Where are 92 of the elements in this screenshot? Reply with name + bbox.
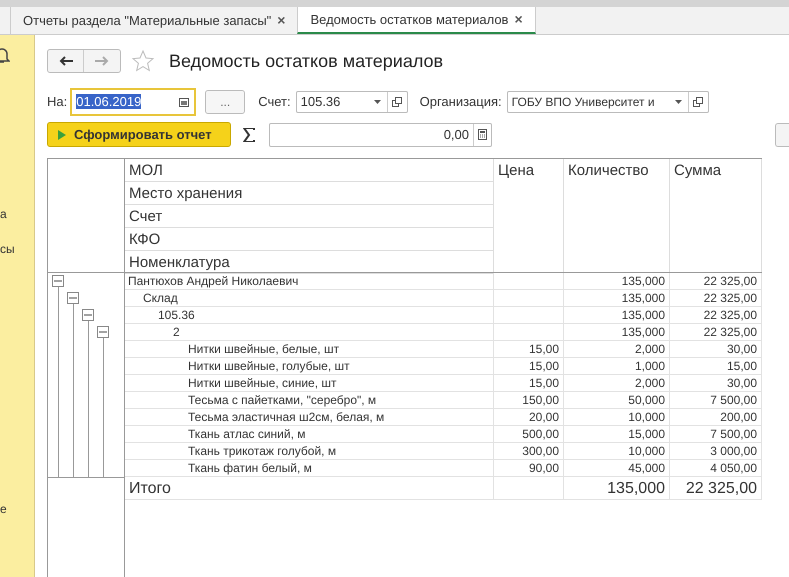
organization-label: Организация: (420, 93, 502, 112)
close-icon[interactable]: × (514, 9, 523, 30)
play-icon (58, 130, 66, 140)
quantity-cell: 135,000 (564, 324, 670, 341)
collapse-button[interactable] (82, 309, 94, 321)
sum-cell: 3 000,00 (670, 443, 762, 460)
price-cell (494, 290, 564, 307)
price-cell (494, 477, 564, 500)
column-header: Номенклатура (125, 251, 493, 274)
quantity-cell: 15,000 (564, 426, 670, 443)
price-cell: 20,00 (494, 409, 564, 426)
row-name-cell: Нитки швейные, белые, шт (125, 341, 494, 358)
sum-cell: 7 500,00 (670, 426, 762, 443)
open-icon[interactable] (693, 97, 704, 107)
column-header: Сумма (670, 159, 762, 272)
calendar-icon[interactable] (179, 97, 190, 107)
star-icon[interactable] (131, 49, 155, 73)
quantity-cell: 135,000 (564, 273, 670, 290)
column-header: Количество (564, 159, 670, 272)
row-name-cell: 2 (125, 324, 494, 341)
price-cell (494, 307, 564, 324)
row-name-cell: Ткань фатин белый, м (125, 460, 494, 477)
left-arrow-icon (58, 56, 72, 66)
quantity-cell: 50,000 (564, 392, 670, 409)
price-cell (494, 324, 564, 341)
row-name-cell: Ткань трикотаж голубой, м (125, 443, 494, 460)
price-cell: 15,00 (494, 341, 564, 358)
price-cell: 300,00 (494, 443, 564, 460)
column-header: Цена (494, 159, 564, 272)
total-label: Итого (125, 477, 494, 500)
price-cell: 15,00 (494, 358, 564, 375)
quantity-cell: 135,000 (564, 307, 670, 324)
row-name-cell: Склад (125, 290, 494, 307)
quantity-cell: 10,000 (564, 443, 670, 460)
price-cell: 150,00 (494, 392, 564, 409)
sum-cell: 15,00 (670, 358, 762, 375)
row-name-cell: Тесьма эластичная ш2см, белая, м (125, 409, 494, 426)
sum-cell: 7 500,00 (670, 392, 762, 409)
account-label: Счет: (258, 93, 291, 112)
total-quantity-cell: 135,000 (564, 477, 670, 500)
column-header: Место хранения (125, 182, 493, 205)
row-name-cell: Ткань атлас синий, м (125, 426, 494, 443)
quantity-cell: 45,000 (564, 460, 670, 477)
column-header: КФО (125, 228, 493, 251)
right-arrow-icon (95, 56, 109, 66)
sum-field[interactable]: 0,00 (269, 122, 492, 146)
row-name-cell: Тесьма с пайетками, "серебро", м (125, 392, 494, 409)
sidebar-item[interactable]: е (0, 500, 7, 518)
sum-cell: 200,00 (670, 409, 762, 426)
date-value: 01.06.2019 (76, 94, 142, 110)
open-icon[interactable] (392, 97, 402, 107)
row-name-cell: Нитки швейные, голубые, шт (125, 358, 494, 375)
dropdown-icon[interactable] (374, 100, 381, 104)
account-field[interactable]: 105.36 (296, 91, 408, 113)
calculator-icon[interactable] (478, 129, 487, 140)
column-header: МОЛ (125, 159, 493, 182)
sidebar-item[interactable]: а (0, 205, 7, 223)
date-field[interactable]: 01.06.2019 (70, 88, 196, 116)
dropdown-icon[interactable] (674, 100, 682, 104)
row-name-cell: 105.36 (125, 307, 494, 324)
quantity-cell: 10,000 (564, 409, 670, 426)
price-cell: 15,00 (494, 375, 564, 392)
collapse-button[interactable] (52, 275, 64, 287)
organization-field[interactable]: ГОБУ ВПО Университет и (506, 91, 709, 113)
price-cell (494, 273, 564, 290)
sidebar-item[interactable]: сы (0, 240, 15, 258)
page-title: Ведомость остатков материалов (169, 50, 444, 73)
row-name-cell: Нитки швейные, синие, шт (125, 375, 494, 392)
sum-cell: 30,00 (670, 341, 762, 358)
generate-report-button[interactable]: Сформировать отчет (47, 122, 231, 147)
quantity-cell: 2,000 (564, 341, 670, 358)
quantity-cell: 1,000 (564, 358, 670, 375)
date-label: На: (47, 93, 68, 112)
quantity-cell: 2,000 (564, 375, 670, 392)
price-cell: 90,00 (494, 460, 564, 477)
sum-cell: 22 325,00 (670, 324, 762, 341)
collapse-button[interactable] (97, 326, 109, 338)
sum-icon[interactable] (243, 128, 255, 142)
row-name-cell: Пантюхов Андрей Николаевич (125, 273, 494, 290)
more-button[interactable]: ... (205, 90, 246, 114)
sum-cell: 22 325,00 (670, 290, 762, 307)
sum-cell: 22 325,00 (670, 273, 762, 290)
sum-cell: 30,00 (670, 375, 762, 392)
price-cell: 500,00 (494, 426, 564, 443)
sum-cell: 22 325,00 (670, 307, 762, 324)
total-sum-cell: 22 325,00 (670, 477, 762, 500)
tab[interactable]: Ведомость остатков материалов × (297, 7, 536, 34)
sum-cell: 4 050,00 (670, 460, 762, 477)
column-header: Счет (125, 205, 493, 228)
close-icon[interactable]: × (277, 10, 286, 31)
quantity-cell: 135,000 (564, 290, 670, 307)
collapse-button[interactable] (67, 292, 79, 304)
